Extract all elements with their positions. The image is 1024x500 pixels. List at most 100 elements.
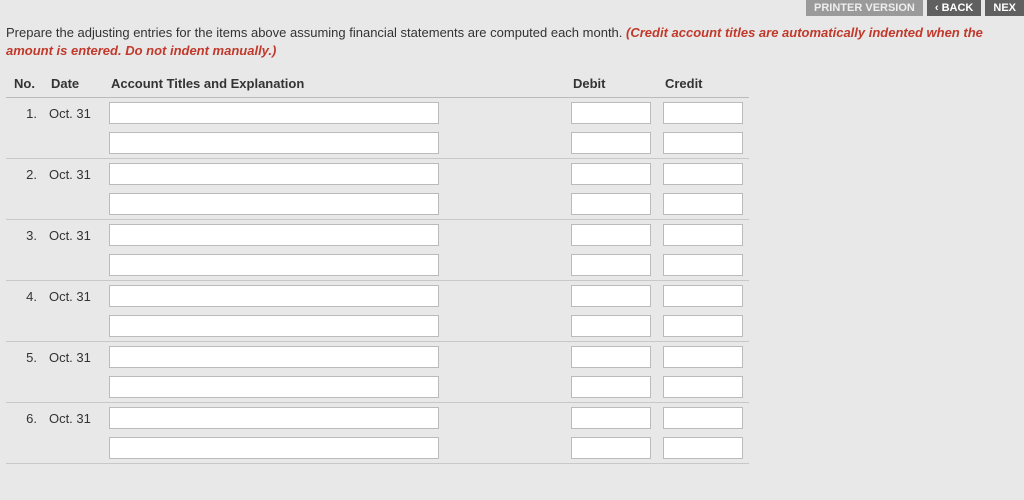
credit-input[interactable] [663, 315, 743, 337]
table-row: 4.Oct. 31 [6, 281, 749, 312]
cell-no: 6. [6, 403, 43, 434]
cell-account [103, 281, 445, 312]
account-title-input[interactable] [109, 285, 439, 307]
table-row: 2.Oct. 31 [6, 159, 749, 190]
debit-input[interactable] [571, 193, 651, 215]
cell-account [103, 159, 445, 190]
cell-debit [565, 250, 657, 281]
account-title-input[interactable] [109, 102, 439, 124]
header-account: Account Titles and Explanation [103, 70, 445, 98]
account-title-input[interactable] [109, 437, 439, 459]
cell-date: Oct. 31 [43, 98, 103, 129]
account-title-input[interactable] [109, 346, 439, 368]
debit-input[interactable] [571, 224, 651, 246]
debit-input[interactable] [571, 346, 651, 368]
cell-debit [565, 189, 657, 220]
table-row [6, 128, 749, 159]
debit-input[interactable] [571, 254, 651, 276]
cell-account [103, 403, 445, 434]
account-title-input[interactable] [109, 132, 439, 154]
account-title-input[interactable] [109, 407, 439, 429]
header-no: No. [6, 70, 43, 98]
next-button[interactable]: NEX [985, 0, 1024, 16]
table-row: 3.Oct. 31 [6, 220, 749, 251]
instructions-text: Prepare the adjusting entries for the it… [0, 20, 1024, 70]
cell-debit [565, 372, 657, 403]
instructions-plain: Prepare the adjusting entries for the it… [6, 25, 626, 40]
cell-debit [565, 281, 657, 312]
credit-input[interactable] [663, 437, 743, 459]
debit-input[interactable] [571, 132, 651, 154]
credit-input[interactable] [663, 407, 743, 429]
cell-date [43, 372, 103, 403]
credit-input[interactable] [663, 285, 743, 307]
cell-no: 2. [6, 159, 43, 190]
cell-date [43, 189, 103, 220]
cell-date: Oct. 31 [43, 342, 103, 373]
cell-credit [657, 403, 749, 434]
credit-input[interactable] [663, 193, 743, 215]
credit-input[interactable] [663, 254, 743, 276]
cell-account [103, 372, 445, 403]
cell-date [43, 128, 103, 159]
cell-no [6, 250, 43, 281]
debit-input[interactable] [571, 437, 651, 459]
account-title-input[interactable] [109, 193, 439, 215]
cell-account [103, 311, 445, 342]
debit-input[interactable] [571, 315, 651, 337]
cell-credit [657, 433, 749, 464]
cell-credit [657, 311, 749, 342]
account-title-input[interactable] [109, 163, 439, 185]
credit-input[interactable] [663, 132, 743, 154]
cell-no [6, 128, 43, 159]
account-title-input[interactable] [109, 315, 439, 337]
account-title-input[interactable] [109, 376, 439, 398]
debit-input[interactable] [571, 285, 651, 307]
header-credit: Credit [657, 70, 749, 98]
table-row [6, 433, 749, 464]
cell-gap [445, 220, 565, 251]
cell-no [6, 189, 43, 220]
printer-version-button[interactable]: PRINTER VERSION [806, 0, 923, 16]
cell-account [103, 128, 445, 159]
cell-account [103, 189, 445, 220]
cell-no [6, 311, 43, 342]
cell-debit [565, 311, 657, 342]
debit-input[interactable] [571, 407, 651, 429]
account-title-input[interactable] [109, 254, 439, 276]
debit-input[interactable] [571, 376, 651, 398]
cell-debit [565, 342, 657, 373]
cell-gap [445, 403, 565, 434]
cell-credit [657, 220, 749, 251]
cell-credit [657, 281, 749, 312]
credit-input[interactable] [663, 346, 743, 368]
cell-gap [445, 128, 565, 159]
cell-gap [445, 281, 565, 312]
credit-input[interactable] [663, 163, 743, 185]
journal-entry-table: No. Date Account Titles and Explanation … [6, 70, 749, 464]
cell-gap [445, 98, 565, 129]
table-row [6, 189, 749, 220]
cell-gap [445, 342, 565, 373]
credit-input[interactable] [663, 102, 743, 124]
cell-date [43, 311, 103, 342]
debit-input[interactable] [571, 102, 651, 124]
cell-credit [657, 250, 749, 281]
debit-input[interactable] [571, 163, 651, 185]
cell-no: 4. [6, 281, 43, 312]
header-date: Date [43, 70, 103, 98]
cell-account [103, 250, 445, 281]
cell-credit [657, 342, 749, 373]
account-title-input[interactable] [109, 224, 439, 246]
cell-gap [445, 159, 565, 190]
cell-gap [445, 433, 565, 464]
credit-input[interactable] [663, 376, 743, 398]
credit-input[interactable] [663, 224, 743, 246]
table-row: 5.Oct. 31 [6, 342, 749, 373]
back-button[interactable]: ‹ BACK [927, 0, 982, 16]
cell-debit [565, 403, 657, 434]
cell-gap [445, 250, 565, 281]
cell-debit [565, 159, 657, 190]
cell-credit [657, 189, 749, 220]
cell-account [103, 220, 445, 251]
